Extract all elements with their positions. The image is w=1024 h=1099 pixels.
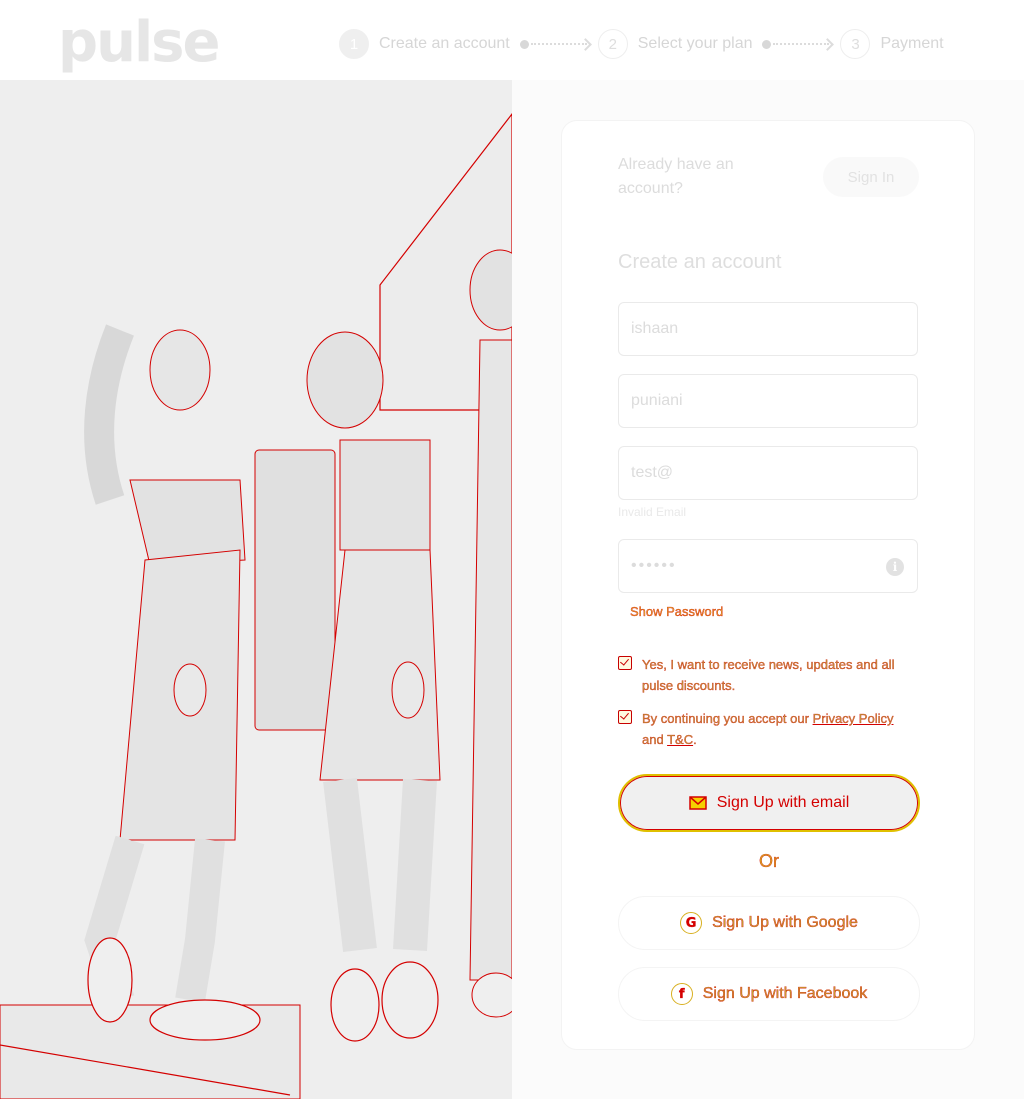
privacy-policy-link[interactable]: Privacy Policy xyxy=(812,711,893,726)
info-icon[interactable]: i xyxy=(886,558,904,576)
sign-in-button[interactable]: Sign In xyxy=(823,157,919,197)
fitness-people-illustration xyxy=(0,113,512,1099)
sign-up-google-label: Sign Up with Google xyxy=(712,914,858,931)
step-select-plan: 2 Select your plan xyxy=(597,29,753,59)
top-header: pulse 1 Create an account 2 Select your … xyxy=(0,0,1024,80)
news-consent-row: Yes, I want to receive news, updates and… xyxy=(618,654,918,696)
mail-icon xyxy=(689,796,707,810)
news-consent-label: Yes, I want to receive news, updates and… xyxy=(642,657,895,693)
step-create-account: 1 Create an account xyxy=(339,29,510,59)
tc-link[interactable]: T&C xyxy=(667,732,693,747)
password-field[interactable] xyxy=(618,539,918,593)
terms-and: and xyxy=(642,732,668,747)
step-connector xyxy=(519,37,592,51)
step-number: 2 xyxy=(597,29,628,59)
already-have-account-text: Already have an account? xyxy=(618,156,734,197)
sign-up-google-button[interactable]: G Sign Up with Google xyxy=(618,896,920,950)
form-title: Create an account xyxy=(618,251,782,273)
news-consent-checkbox[interactable] xyxy=(618,656,632,670)
sign-up-facebook-label: Sign Up with Facebook xyxy=(702,985,868,1002)
sign-up-email-label: Sign Up with email xyxy=(716,794,850,811)
step-label: Select your plan xyxy=(637,35,753,52)
terms-consent-row: By continuing you accept our Privacy Pol… xyxy=(618,708,918,750)
hero-photo xyxy=(0,80,512,1099)
terms-consent-checkbox[interactable] xyxy=(618,710,632,724)
first-name-field[interactable] xyxy=(618,302,918,356)
step-label: Payment xyxy=(880,35,944,52)
last-name-field[interactable] xyxy=(618,374,918,428)
terms-suffix: . xyxy=(693,732,697,747)
step-connector xyxy=(762,37,835,51)
pulse-logo[interactable]: pulse xyxy=(58,8,220,78)
step-label: Create an account xyxy=(379,35,510,52)
step-number: 3 xyxy=(840,29,871,59)
show-password-toggle[interactable]: Show Password xyxy=(630,604,724,619)
sign-up-facebook-button[interactable]: f Sign Up with Facebook xyxy=(618,967,920,1021)
signup-stepper: 1 Create an account 2 Select your plan 3… xyxy=(339,28,944,60)
signup-card: Already have an account? Sign In Create … xyxy=(561,120,975,1050)
sign-up-email-button[interactable]: Sign Up with email xyxy=(618,774,920,832)
terms-consent-label: By continuing you accept our Privacy Pol… xyxy=(642,708,918,750)
step-number: 1 xyxy=(339,29,369,59)
terms-prefix: By continuing you accept our xyxy=(642,711,813,726)
google-icon: G xyxy=(680,912,703,934)
or-divider: Or xyxy=(759,851,779,871)
facebook-icon: f xyxy=(670,983,693,1005)
step-payment: 3 Payment xyxy=(840,29,944,59)
email-field[interactable] xyxy=(618,446,918,500)
email-error-message: Invalid Email xyxy=(618,505,687,519)
